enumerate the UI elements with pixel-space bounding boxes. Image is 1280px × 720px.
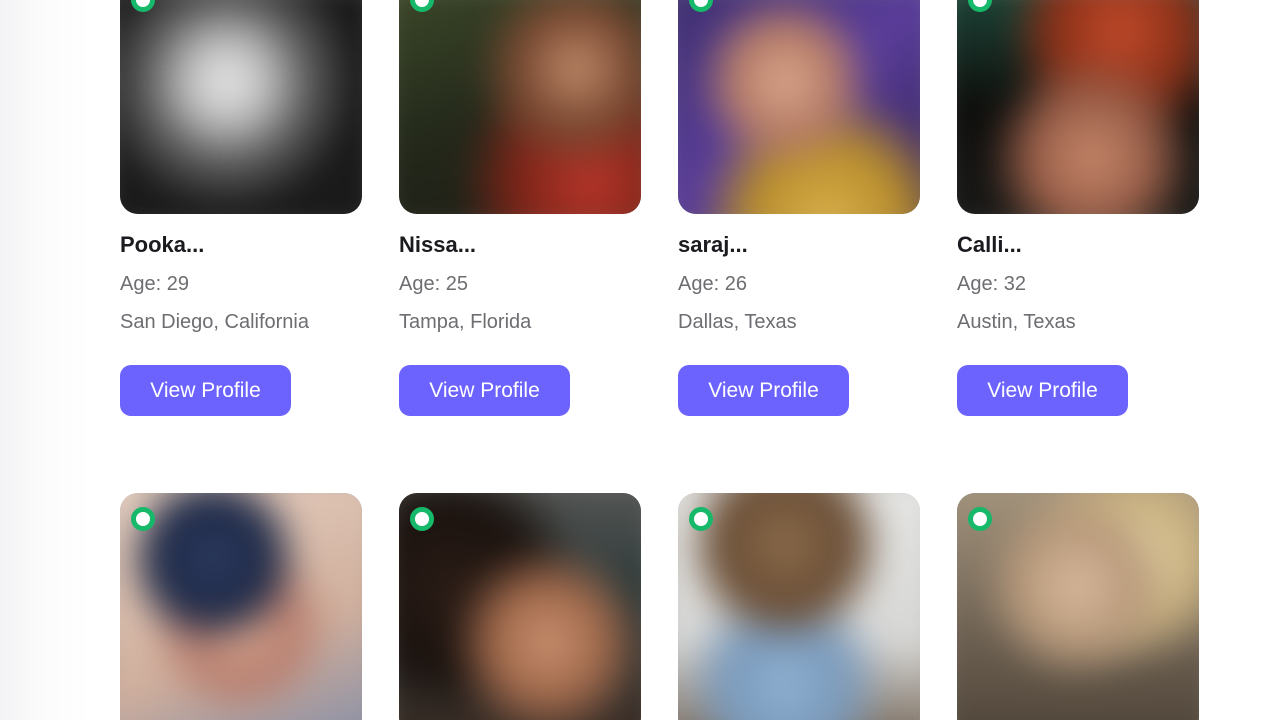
profile-location: Dallas, Texas [678, 311, 797, 333]
profile-card [957, 493, 1199, 720]
profile-card: Nissa... Age: 25 Tampa, Florida View Pro… [399, 0, 641, 416]
profile-location: San Diego, California [120, 311, 309, 333]
online-status-icon [410, 507, 434, 531]
profile-location: Austin, Texas [957, 311, 1076, 333]
view-profile-button[interactable]: View Profile [957, 365, 1128, 416]
view-profile-button[interactable]: View Profile [678, 365, 849, 416]
profile-name: Pooka... [120, 232, 205, 257]
profile-card [120, 493, 362, 720]
profile-photo[interactable] [120, 0, 362, 214]
profile-card: Pooka... Age: 29 San Diego, California V… [120, 0, 362, 416]
profile-name: Nissa... [399, 232, 477, 257]
profile-card [678, 493, 920, 720]
view-profile-button[interactable]: View Profile [399, 365, 570, 416]
profile-name: saraj... [678, 232, 748, 257]
profile-age: Age: 29 [120, 273, 189, 295]
profiles-grid: Pooka... Age: 29 San Diego, California V… [0, 0, 1280, 720]
profile-location: Tampa, Florida [399, 311, 532, 333]
profile-photo[interactable] [399, 0, 641, 214]
profile-age: Age: 26 [678, 273, 747, 295]
profile-photo[interactable] [399, 493, 641, 720]
online-status-icon [131, 507, 155, 531]
profile-photo[interactable] [678, 493, 920, 720]
profile-photo[interactable] [120, 493, 362, 720]
online-status-icon [689, 507, 713, 531]
profile-name: Calli... [957, 232, 1022, 257]
profile-card: saraj... Age: 26 Dallas, Texas View Prof… [678, 0, 920, 416]
profile-age: Age: 32 [957, 273, 1026, 295]
profile-photo[interactable] [957, 493, 1199, 720]
online-status-icon [968, 507, 992, 531]
profile-photo[interactable] [678, 0, 920, 214]
view-profile-button[interactable]: View Profile [120, 365, 291, 416]
profile-photo[interactable] [957, 0, 1199, 214]
profile-card [399, 493, 641, 720]
profile-card: Calli... Age: 32 Austin, Texas View Prof… [957, 0, 1199, 416]
profile-age: Age: 25 [399, 273, 468, 295]
